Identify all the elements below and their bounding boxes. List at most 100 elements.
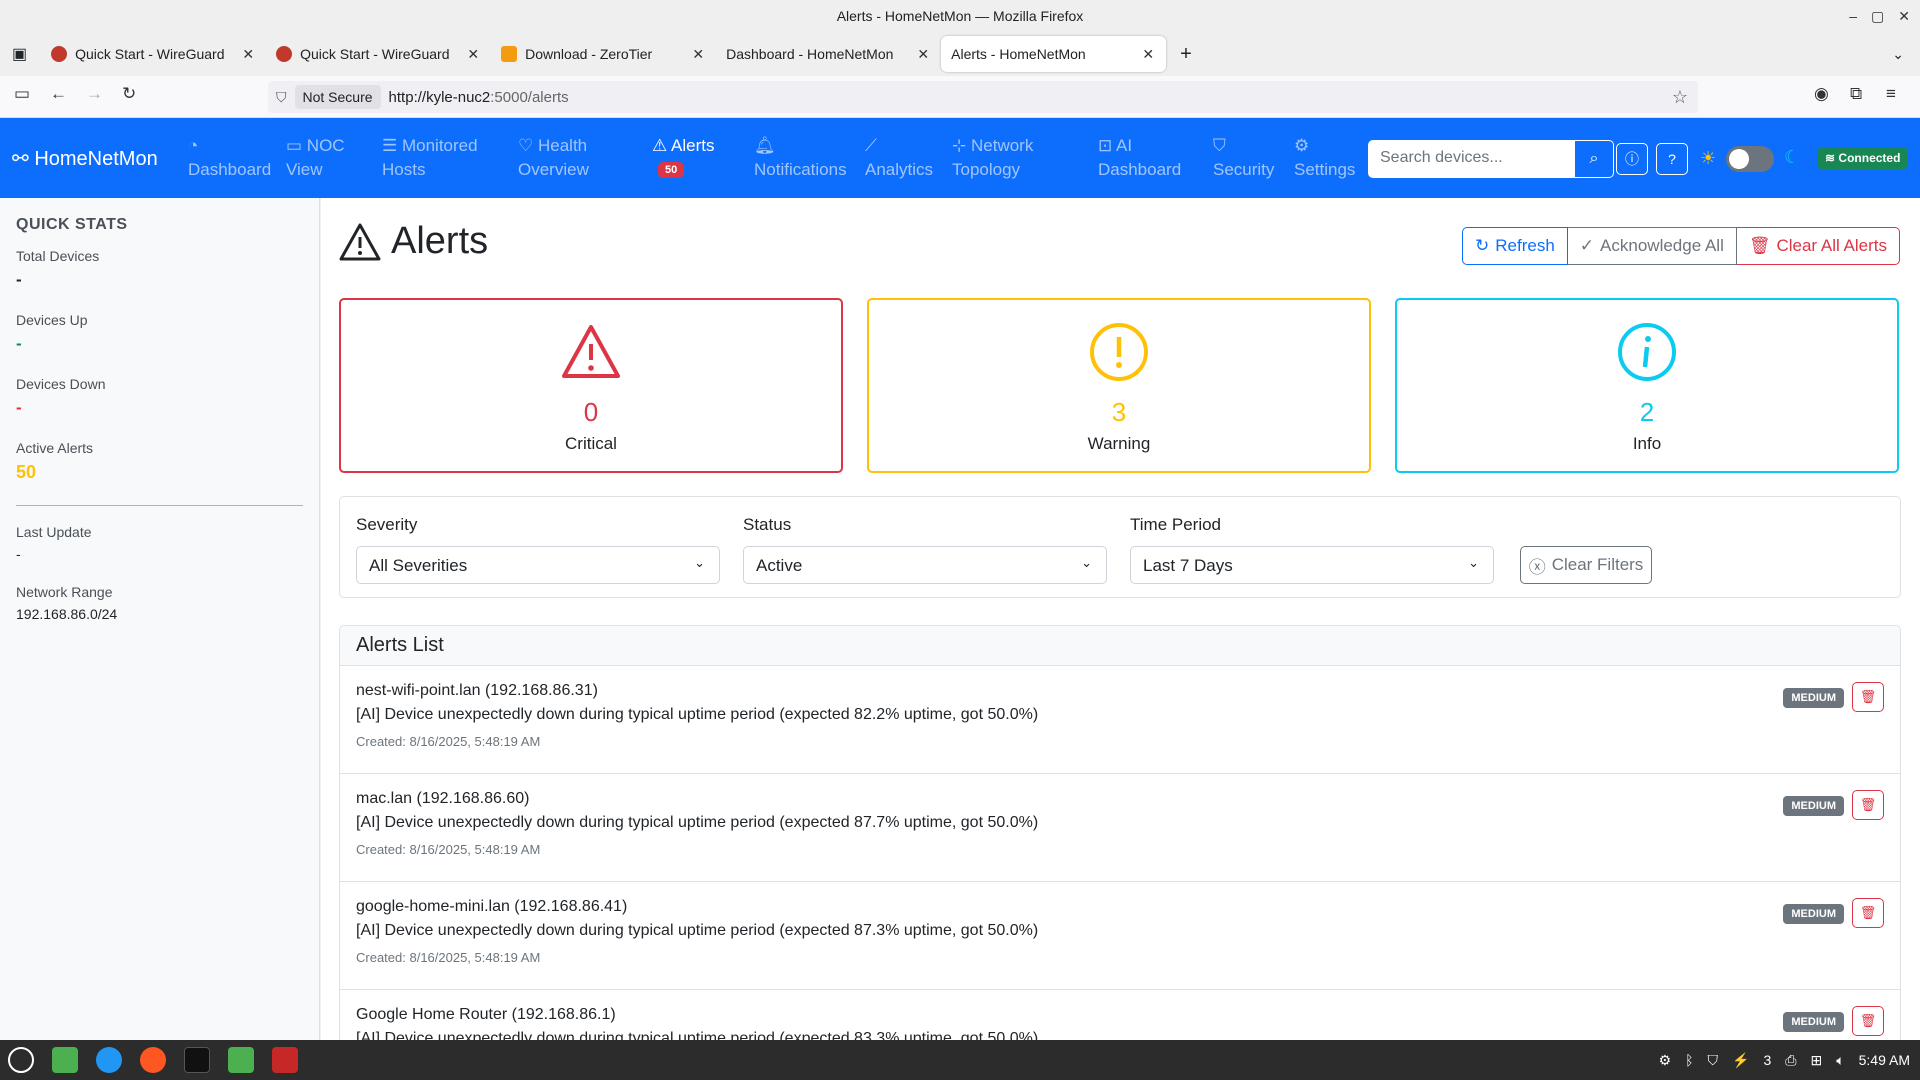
reload-icon[interactable]: ↻ <box>122 84 136 104</box>
alert-row: nest-wifi-point.lan (192.168.86.31) [AI]… <box>340 666 1900 774</box>
sidebar-toggle-icon[interactable]: ▭ <box>14 84 30 104</box>
alert-message: [AI] Device unexpectedly down during typ… <box>356 814 1039 831</box>
shield-icon[interactable]: ⛉ <box>1708 1052 1719 1069</box>
back-arrow-icon[interactable]: ← <box>50 84 67 104</box>
menu-icon[interactable]: ≡ <box>1886 84 1896 104</box>
acknowledge-all-button[interactable]: ✓ Acknowledge All <box>1567 227 1737 265</box>
terminal-icon[interactable] <box>184 1047 210 1073</box>
extensions-icon[interactable]: ⧉ <box>1850 84 1862 104</box>
time-period-value: Last 7 Days <box>1143 556 1233 575</box>
clear-filters-button[interactable]: ⓧ Clear Filters <box>1520 546 1652 584</box>
warning-summary-card: 3 Warning <box>867 298 1371 473</box>
severity-badge: MEDIUM <box>1783 688 1844 708</box>
not-secure-badge[interactable]: Not Secure <box>294 85 381 109</box>
show-desktop-icon[interactable] <box>52 1047 78 1073</box>
browser-tab[interactable]: Dashboard - HomeNetMon ✕ <box>716 36 941 72</box>
tab-list-chevron-icon[interactable]: ⌄ <box>1892 46 1904 63</box>
nav-settings[interactable]: ⚙ Settings <box>1294 134 1355 182</box>
severity-select[interactable]: All Severities ⌄ <box>356 546 720 584</box>
nav-network-topology[interactable]: ⊹ Network Topology <box>952 134 1033 182</box>
refresh-button[interactable]: ↻ Refresh <box>1462 227 1568 265</box>
nav-label: Hosts <box>382 160 426 179</box>
time-period-select[interactable]: Last 7 Days ⌄ <box>1130 546 1494 584</box>
minimize-icon[interactable]: – <box>1849 8 1857 24</box>
nav-health-overview[interactable]: ♡ Health Overview <box>518 134 589 182</box>
browser-toolbar: ▭ ← → ↻ ⛉ Not Secure http://kyle-nuc2:50… <box>0 76 1920 118</box>
close-tab-icon[interactable]: ✕ <box>467 46 479 63</box>
browser-tab[interactable]: Quick Start - WireGuard ✕ <box>41 36 266 72</box>
brand[interactable]: ⚯ HomeNetMon <box>12 146 158 171</box>
status-select[interactable]: Active ⌄ <box>743 546 1107 584</box>
nav-label: Analytics <box>865 160 934 179</box>
volume-icon[interactable]: 🔈︎ <box>1836 1052 1844 1069</box>
alert-row: Google Home Router (192.168.86.1) [AI] D… <box>340 990 1900 1044</box>
close-tab-icon[interactable]: ✕ <box>1142 46 1154 63</box>
forward-arrow-icon[interactable]: → <box>86 84 103 104</box>
delete-alert-button[interactable]: 🗑︎ <box>1852 682 1884 712</box>
info-circle-icon: ⓘ <box>1625 151 1639 167</box>
network-connections-icon[interactable]: ⊞ <box>1810 1052 1822 1069</box>
browser-tab[interactable]: Quick Start - WireGuard ✕ <box>266 36 491 72</box>
nav-noc-view[interactable]: ▭ NOC View <box>286 134 345 182</box>
maximize-icon[interactable]: ▢ <box>1871 8 1884 25</box>
nav-notifications[interactable]: 🔔︎ Notifications <box>754 134 847 182</box>
bluetooth-icon[interactable]: ᛒ <box>1685 1052 1693 1068</box>
wireguard-favicon-icon <box>276 46 293 62</box>
nav-label: View <box>286 160 323 179</box>
files-icon[interactable] <box>228 1047 254 1073</box>
exclamation-circle-icon <box>1090 323 1148 381</box>
firefox-icon[interactable] <box>140 1047 166 1073</box>
browser-tab[interactable]: Download - ZeroTier ✕ <box>491 36 716 72</box>
printer-icon[interactable]: ⎙ <box>1785 1052 1796 1069</box>
close-tab-icon[interactable]: ✕ <box>917 46 929 63</box>
clock[interactable]: 5:49 AM <box>1859 1052 1910 1068</box>
account-icon[interactable]: ◉ <box>1814 84 1829 104</box>
delete-alert-button[interactable]: 🗑︎ <box>1852 898 1884 928</box>
last-update-value: - <box>16 546 21 562</box>
thunderbird-icon[interactable] <box>96 1047 122 1073</box>
help-button[interactable]: ? <box>1656 143 1688 175</box>
info-circle-icon <box>1618 323 1676 381</box>
update-manager-icon[interactable]: ⚙ <box>1659 1052 1672 1069</box>
alert-host: google-home-mini.lan (192.168.86.41) <box>356 898 628 915</box>
trash-icon: 🗑︎ <box>1748 236 1771 255</box>
url-bar[interactable]: ⛉ Not Secure http://kyle-nuc2:5000/alert… <box>268 81 1698 113</box>
warning-triangle-icon <box>339 223 381 260</box>
severity-value: All Severities <box>369 556 468 575</box>
tab-bar: ▣ Quick Start - WireGuard ✕ Quick Start -… <box>0 32 1920 76</box>
mint-menu-icon[interactable] <box>8 1047 34 1073</box>
nav-label: Settings <box>1294 160 1356 179</box>
search-input[interactable]: Search devices... <box>1368 140 1574 178</box>
severity-label: Severity <box>356 515 418 534</box>
bookmark-star-icon[interactable]: ☆ <box>1672 87 1688 108</box>
alert-message: [AI] Device unexpectedly down during typ… <box>356 706 1039 723</box>
tab-overview-icon[interactable]: ▣ <box>12 44 27 64</box>
search-button[interactable]: ⌕ <box>1574 140 1614 178</box>
critical-label: Critical <box>565 434 617 453</box>
close-icon[interactable]: ✕ <box>1898 8 1910 25</box>
info-button[interactable]: ⓘ <box>1616 143 1648 175</box>
nav-label: AI <box>1116 136 1133 155</box>
shield-icon[interactable]: ⛉ <box>276 89 287 106</box>
clear-all-alerts-button[interactable]: 🗑︎ Clear All Alerts <box>1736 227 1900 265</box>
nav-ai-dashboard[interactable]: ⊡ AI Dashboard <box>1098 134 1181 182</box>
nav-analytics[interactable]: ⟋ Analytics <box>865 134 933 182</box>
nav-dashboard[interactable]: ◔ Dashboard <box>188 134 271 182</box>
alert-message: [AI] Device unexpectedly down during typ… <box>356 922 1039 939</box>
delete-alert-button[interactable]: 🗑︎ <box>1852 790 1884 820</box>
url-text[interactable]: http://kyle-nuc2:5000/alerts <box>389 89 569 106</box>
alert-row: google-home-mini.lan (192.168.86.41) [AI… <box>340 882 1900 990</box>
chevron-down-icon: ⌄ <box>694 555 705 570</box>
theme-toggle[interactable] <box>1726 146 1774 172</box>
wireguard-favicon-icon <box>51 46 68 62</box>
network-icon[interactable]: ⚡ <box>1732 1052 1749 1069</box>
close-tab-icon[interactable]: ✕ <box>692 46 704 63</box>
new-tab-icon[interactable]: + <box>1180 43 1192 66</box>
nav-alerts[interactable]: ⚠ Alerts <box>652 134 715 158</box>
terminal-red-icon[interactable] <box>272 1047 298 1073</box>
delete-alert-button[interactable]: 🗑︎ <box>1852 1006 1884 1036</box>
nav-security[interactable]: ⛉ Security <box>1213 134 1274 182</box>
nav-monitored-hosts[interactable]: ☰ Monitored Hosts <box>382 134 478 182</box>
close-tab-icon[interactable]: ✕ <box>242 46 254 63</box>
browser-tab-active[interactable]: Alerts - HomeNetMon ✕ <box>941 36 1167 72</box>
